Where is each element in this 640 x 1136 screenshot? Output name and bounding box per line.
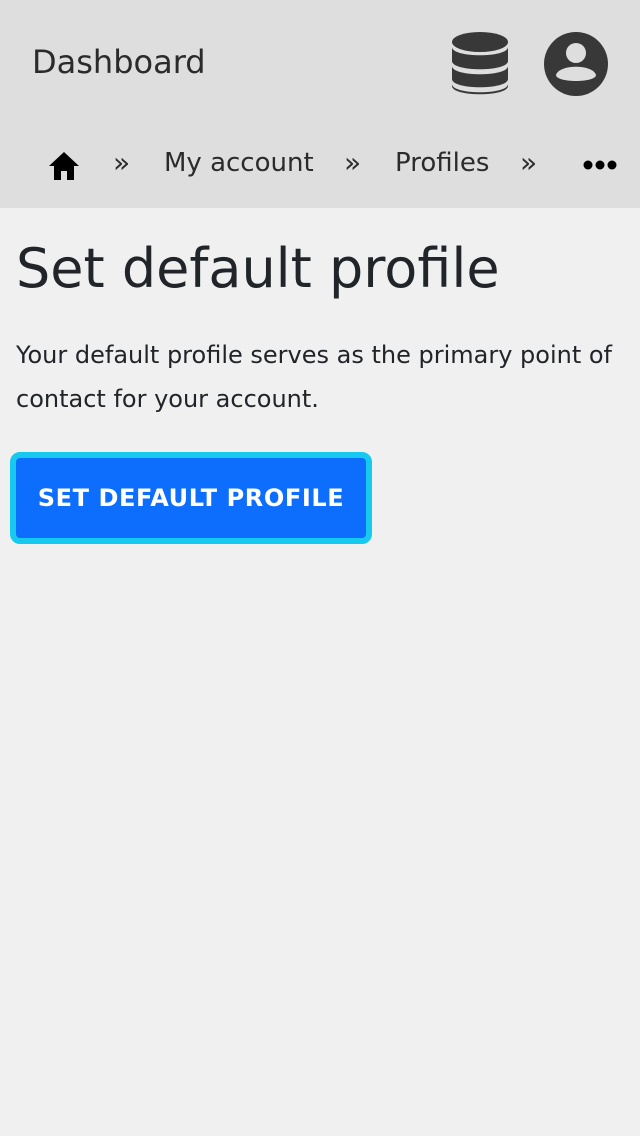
set-default-profile-button[interactable]: SET DEFAULT PROFILE [10, 452, 372, 544]
more-horizontal-icon[interactable] [583, 158, 617, 172]
app-title-link[interactable]: Dashboard [32, 42, 206, 82]
user-circle-icon[interactable] [543, 31, 609, 97]
page-title: Set default profile [16, 237, 500, 300]
breadcrumb-separator: » [520, 146, 538, 179]
top-navbar: Dashboard » My account » Profiles » [0, 0, 640, 208]
breadcrumb-separator: » [113, 146, 131, 179]
breadcrumb-item-profiles[interactable]: Profiles [395, 146, 489, 180]
breadcrumb-separator: » [344, 146, 362, 179]
page-description: Your default profile serves as the prima… [16, 341, 612, 413]
database-icon[interactable] [451, 31, 509, 97]
breadcrumb: » My account » Profiles » [0, 130, 640, 196]
breadcrumb-item-my-account[interactable]: My account [164, 146, 314, 180]
home-icon[interactable] [47, 150, 81, 182]
